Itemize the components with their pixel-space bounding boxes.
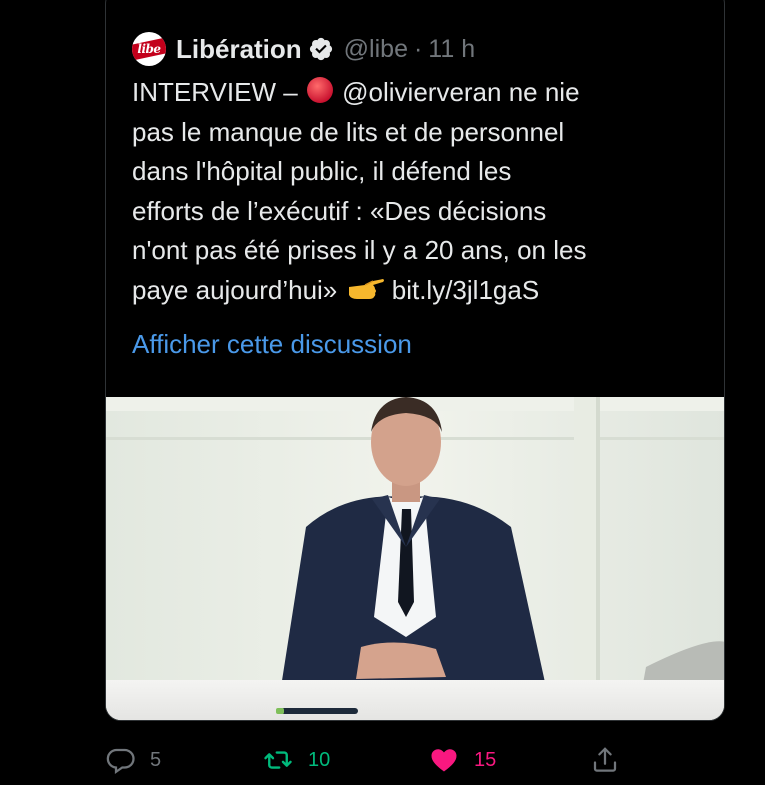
retweet-button[interactable]: 10 — [262, 745, 330, 775]
retweet-icon — [264, 751, 292, 769]
share-button[interactable] — [590, 745, 620, 775]
author-handle[interactable]: @libe — [344, 35, 408, 64]
article-link[interactable]: bit.ly/3jl1gaS — [392, 275, 539, 305]
show-thread-link[interactable]: Afficher cette discussion — [132, 329, 412, 360]
tweet-text-line: INTERVIEW – @olivierveran ne nie — [132, 73, 702, 113]
tweet-text-line: dans l'hôpital public, il défend les — [132, 156, 512, 186]
mention-link[interactable]: @olivierveran ne nie — [342, 77, 579, 107]
share-icon — [593, 747, 617, 772]
author-name[interactable]: Libération — [176, 34, 302, 65]
tweet-text: INTERVIEW – @olivierveran ne nie pas le … — [132, 73, 702, 310]
interview-label: INTERVIEW – — [132, 77, 298, 107]
red-circle-icon — [306, 77, 333, 103]
author-avatar[interactable]: libe — [132, 32, 166, 66]
photo-illustration — [106, 397, 724, 720]
tweet-text-line: n'ont pas été prises il y a 20 ans, on l… — [132, 235, 587, 265]
reply-button[interactable]: 5 — [106, 745, 161, 775]
tweet-action-bar: 5 10 15 — [0, 735, 765, 785]
tweet-time[interactable]: 11 h — [428, 35, 475, 64]
heart-icon — [431, 749, 457, 772]
like-count: 15 — [474, 748, 497, 771]
reply-icon — [106, 748, 135, 775]
avatar-logo-text: libe — [137, 42, 161, 56]
quoted-tweet-card[interactable]: libe Libération @libe · 11 h INTERVIEW –… — [105, 0, 725, 721]
tweet-photo[interactable] — [106, 397, 724, 720]
verified-badge-icon — [309, 37, 332, 61]
quote-end-text: paye aujourd’hui» — [132, 274, 338, 305]
header-separator: · — [413, 34, 423, 63]
reply-count: 5 — [150, 748, 162, 771]
retweet-count: 10 — [308, 748, 331, 771]
tweet-text-line: efforts de l’exécutif : «Des décisions — [132, 195, 547, 226]
pointing-hand-icon — [348, 278, 384, 299]
like-button[interactable]: 15 — [428, 745, 496, 775]
tweet-text-line: pas le manque de lits et de personnel — [132, 116, 565, 147]
tweet-header: libe Libération @libe · 11 h — [132, 31, 475, 67]
tweet-text-line: paye aujourd’hui» bit.ly/3jl1gaS — [132, 271, 702, 311]
